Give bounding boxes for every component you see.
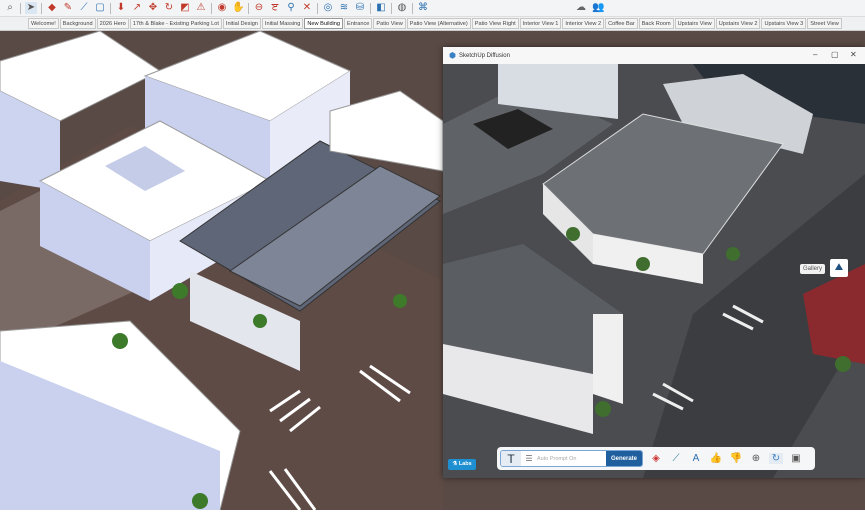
- scene-tab[interactable]: Upstairs View 3: [761, 18, 806, 29]
- scene-tab[interactable]: Interior View 2: [562, 18, 604, 29]
- search-icon[interactable]: ⌕: [4, 2, 16, 14]
- pushpull-icon[interactable]: ⬇: [115, 2, 127, 14]
- thumbs-up-icon[interactable]: 👍: [709, 453, 723, 464]
- layers-icon[interactable]: ≋: [338, 2, 350, 14]
- scene-tab[interactable]: Initial Massing: [262, 18, 303, 29]
- cloud-icon[interactable]: ☁: [576, 2, 586, 13]
- select-icon[interactable]: ➤: [25, 2, 37, 14]
- scene-tab[interactable]: Coffee Bar: [605, 18, 638, 29]
- scene-tab[interactable]: 2026 Hero: [97, 18, 129, 29]
- rectangle-icon[interactable]: ▢: [94, 2, 106, 14]
- rotate-icon[interactable]: ↻: [163, 2, 175, 14]
- eraser-icon[interactable]: ◆: [46, 2, 58, 14]
- maximize-button[interactable]: ▢: [831, 50, 839, 59]
- extension-icon[interactable]: ⌘: [417, 2, 429, 14]
- move-icon[interactable]: ✥: [147, 2, 159, 14]
- settings-sliders-icon[interactable]: ☰: [521, 454, 537, 463]
- pan-icon[interactable]: ✋: [232, 2, 244, 14]
- brush-icon[interactable]: ⟋: [669, 453, 683, 464]
- prompt-input[interactable]: Auto Prompt On: [537, 456, 606, 462]
- redo-icon[interactable]: ↻: [769, 453, 783, 464]
- scene-tabs: Welcome!Background2026 Hero17th & Blake …: [0, 17, 865, 31]
- close-button[interactable]: ✕: [850, 50, 857, 59]
- scene-tab[interactable]: Patio View (Alternative): [407, 18, 471, 29]
- people-icon[interactable]: 👥: [592, 2, 604, 13]
- diffusion-titlebar: ⬢ SketchUp Diffusion – ▢ ✕: [443, 47, 865, 64]
- generate-button[interactable]: Generate: [606, 451, 642, 466]
- text-mode-icon[interactable]: T: [501, 451, 521, 466]
- followme-icon[interactable]: ↗: [131, 2, 143, 14]
- warning-icon[interactable]: ⚠: [195, 2, 207, 14]
- scene-tab[interactable]: Patio View: [373, 18, 405, 29]
- scene-tab[interactable]: Welcome!: [28, 18, 59, 29]
- scene-tab[interactable]: Entrance: [344, 18, 372, 29]
- main-toolbar: ⌕ ➤ ◆ ✎ ⟋ ▢ ⬇ ↗ ✥ ↻ ◩ ⚠ ◉ ✋ ⊖ ੲ ⚲ ✕ ◎ ≋ …: [0, 0, 865, 17]
- thumbs-down-icon[interactable]: 👎: [729, 453, 743, 464]
- tag-icon[interactable]: ੲ: [269, 2, 281, 14]
- scale-icon[interactable]: ◩: [179, 2, 191, 14]
- prompt-field: T ☰ Auto Prompt On Generate: [500, 450, 643, 467]
- scene-tab[interactable]: Interior View 1: [520, 18, 562, 29]
- section-icon[interactable]: ⊖: [253, 2, 265, 14]
- zoom-icon[interactable]: ⚲: [285, 2, 297, 14]
- styles-icon[interactable]: ◎: [322, 2, 334, 14]
- scene-tab[interactable]: 17th & Blake - Existing Parking Lot: [130, 18, 222, 29]
- gallery-button[interactable]: ⛰: [830, 259, 848, 277]
- scene-tab[interactable]: Initial Design: [223, 18, 261, 29]
- zoom-extents-icon[interactable]: ✕: [301, 2, 313, 14]
- window-title: SketchUp Diffusion: [459, 53, 510, 59]
- text-style-icon[interactable]: A: [689, 453, 703, 464]
- scene-tab[interactable]: New Building: [304, 18, 343, 29]
- minimize-button[interactable]: –: [813, 50, 817, 59]
- save-icon[interactable]: ▣: [789, 453, 803, 464]
- gallery-label: Gallery: [800, 264, 825, 274]
- scene-tab[interactable]: Street View: [807, 18, 842, 29]
- materials-icon[interactable]: ◧: [375, 2, 387, 14]
- scene-tab[interactable]: Background: [60, 18, 96, 29]
- components-icon[interactable]: ⛁: [354, 2, 366, 14]
- eraser-icon[interactable]: ◈: [649, 453, 663, 464]
- camera-orbit-icon[interactable]: ◉: [216, 2, 228, 14]
- user-icon[interactable]: ◍: [396, 2, 408, 14]
- sketchup-logo-icon: ⬢: [449, 51, 456, 60]
- labs-label: Labs: [459, 461, 472, 467]
- scene-tab[interactable]: Upstairs View: [675, 18, 715, 29]
- gallery-icon: ⛰: [835, 262, 843, 273]
- scene-tab[interactable]: Upstairs View 2: [716, 18, 761, 29]
- scene-tab[interactable]: Patio View Right: [472, 18, 519, 29]
- add-icon[interactable]: ⊕: [749, 453, 763, 464]
- pencil-icon[interactable]: ✎: [62, 2, 74, 14]
- scene-tab[interactable]: Back Room: [639, 18, 674, 29]
- labs-badge[interactable]: ⚗ Labs: [448, 459, 476, 470]
- line-icon[interactable]: ⟋: [78, 2, 90, 14]
- diffusion-toolbar: T ☰ Auto Prompt On Generate ◈ ⟋ A 👍 👎 ⊕ …: [497, 447, 815, 470]
- diffusion-window: ⬢ SketchUp Diffusion – ▢ ✕: [443, 47, 865, 478]
